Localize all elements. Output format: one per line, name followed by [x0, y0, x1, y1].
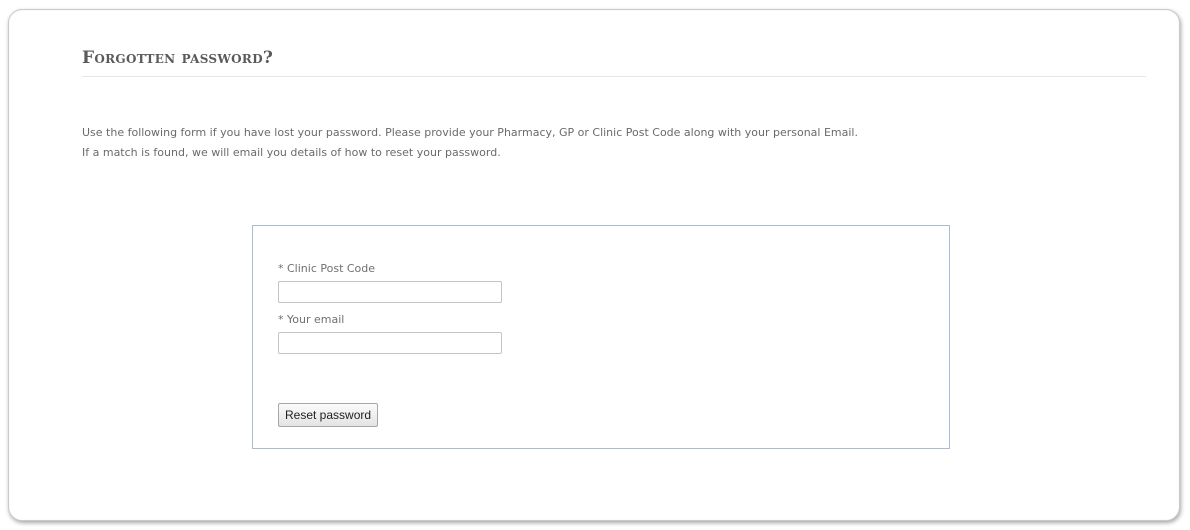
postcode-input[interactable] — [278, 281, 502, 303]
postcode-label: * Clinic Post Code — [278, 262, 376, 275]
reset-password-form: * Clinic Post Code * Your email Reset pa… — [252, 225, 950, 449]
email-input[interactable] — [278, 332, 502, 354]
reset-password-button[interactable]: Reset password — [278, 403, 379, 427]
page-title: Forgotten password? — [82, 48, 1146, 77]
email-label: * Your email — [278, 313, 345, 326]
instructions-text: Use the following form if you have lost … — [82, 123, 1152, 163]
instructions-line-2: If a match is found, we will email you d… — [82, 146, 501, 159]
instructions-line-1: Use the following form if you have lost … — [82, 126, 858, 139]
